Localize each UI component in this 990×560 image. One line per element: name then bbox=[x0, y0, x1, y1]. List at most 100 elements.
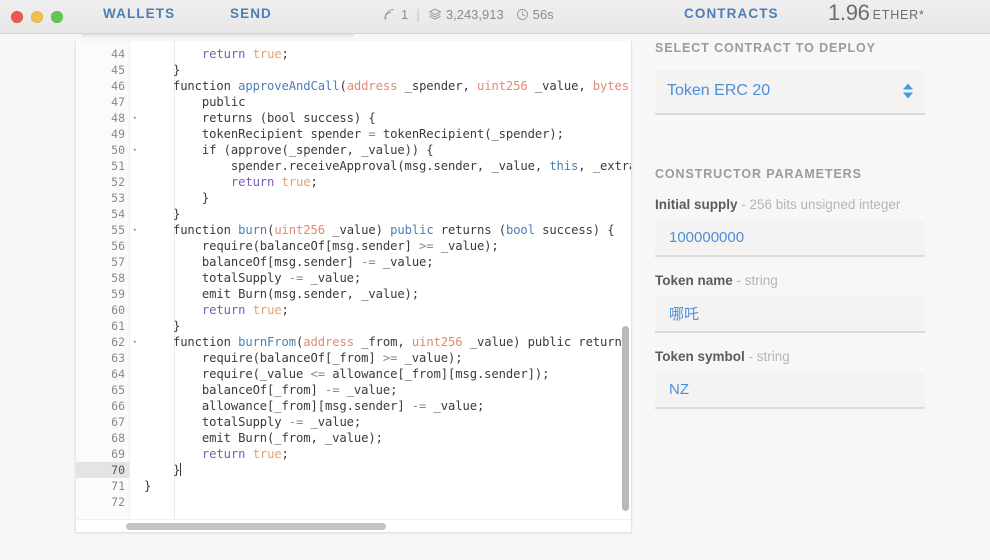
code-area[interactable]: return true; } function approveAndCall(a… bbox=[130, 41, 631, 519]
parameter-name: Initial supply bbox=[655, 197, 738, 212]
line-number: 47 bbox=[111, 95, 125, 109]
ether-unit: ETHER* bbox=[872, 8, 925, 22]
contract-select-value: Token ERC 20 bbox=[667, 82, 771, 99]
code-token: _value; bbox=[426, 399, 485, 413]
code-line: return true; bbox=[144, 446, 631, 462]
nav-tab-send[interactable]: SEND bbox=[230, 6, 272, 21]
code-line: tokenRecipient spender = tokenRecipient(… bbox=[144, 126, 631, 142]
ether-amount: 1.96 bbox=[828, 0, 870, 25]
code-token: address bbox=[346, 79, 398, 93]
line-number-gutter: 44 45 46 47 48 ▾ 49 50 ▾ 51 52 53 54 55 ▾ 56 57 58 59 60 61 6… bbox=[76, 41, 137, 519]
line-number: 46 bbox=[111, 79, 125, 93]
code-token: -= bbox=[288, 415, 304, 429]
code-token: uint256 bbox=[274, 223, 325, 237]
code-token: ; bbox=[281, 47, 289, 61]
code-token: ; bbox=[281, 447, 289, 461]
minimize-window-button[interactable] bbox=[31, 10, 43, 23]
line-number: 67 bbox=[111, 415, 125, 429]
parameter-name: Token name bbox=[655, 273, 733, 288]
code-token: true bbox=[252, 447, 282, 461]
editor-vertical-scrollbar[interactable] bbox=[622, 326, 629, 511]
code-line: totalSupply -= _value; bbox=[144, 414, 631, 430]
code-token: _value; bbox=[375, 255, 434, 269]
constructor-parameters-heading: CONSTRUCTOR PARAMETERS bbox=[655, 167, 862, 181]
code-token: function bbox=[172, 335, 231, 349]
code-token: >= bbox=[419, 239, 434, 253]
code-token: function bbox=[172, 79, 231, 93]
line-number: 52 bbox=[111, 175, 125, 189]
clock-icon bbox=[516, 8, 529, 21]
code-token: ( bbox=[339, 79, 347, 93]
line-number: 70 bbox=[76, 462, 129, 478]
code-token: success) { bbox=[534, 223, 615, 237]
code-token: (approve(_spender, _value)) { bbox=[216, 143, 434, 157]
code-token: _value); bbox=[397, 351, 463, 365]
code-line: spender.receiveApproval(msg.sender, _val… bbox=[144, 158, 631, 174]
parameter-input[interactable]: 哪吒 bbox=[655, 295, 925, 333]
line-number: 57 bbox=[111, 255, 125, 269]
code-token: return bbox=[201, 303, 246, 317]
line-number: 58 bbox=[111, 271, 125, 285]
line-number: 66 bbox=[111, 399, 125, 413]
code-editor[interactable]: 44 45 46 47 48 ▾ 49 50 ▾ 51 52 53 54 55 ▾ 56 57 58 59 60 61 6… bbox=[76, 41, 631, 519]
code-token: require(balanceOf[_from] bbox=[144, 351, 383, 365]
code-token: , _extraI bbox=[578, 159, 631, 173]
peer-count: 1 bbox=[383, 7, 408, 22]
active-tab-shadow bbox=[82, 34, 354, 38]
code-token: uint256 bbox=[476, 79, 528, 93]
last-block-time-value: 56s bbox=[532, 6, 554, 22]
code-line: totalSupply -= _value; bbox=[144, 270, 631, 286]
code-token: require(_value bbox=[144, 367, 311, 381]
editor-horizontal-scrollbar-track[interactable] bbox=[76, 519, 631, 532]
code-line: function approveAndCall(address _spender… bbox=[144, 78, 631, 94]
code-line: function burnFrom(address _from, uint256… bbox=[144, 334, 631, 350]
code-line: } bbox=[144, 62, 631, 78]
line-number: 56 bbox=[111, 239, 125, 253]
updown-arrows-icon[interactable] bbox=[903, 83, 913, 99]
code-token: returns ( bbox=[144, 111, 268, 125]
code-token: -= bbox=[411, 399, 427, 413]
code-token: true bbox=[252, 303, 282, 317]
constructor-parameter-fields: Initial supply - 256 bits unsigned integ… bbox=[655, 197, 955, 409]
block-number: 3,243,913 bbox=[428, 7, 504, 22]
parameter-input[interactable]: NZ bbox=[655, 371, 925, 409]
parameter-label: Token symbol - string bbox=[655, 349, 955, 364]
code-line: balanceOf[_from] -= _value; bbox=[144, 382, 631, 398]
code-token: address bbox=[303, 335, 354, 349]
window-controls bbox=[0, 10, 82, 23]
line-number: 60 bbox=[111, 303, 125, 317]
code-line: } bbox=[144, 318, 631, 334]
maximize-window-button[interactable] bbox=[51, 10, 63, 23]
editor-horizontal-scrollbar-thumb[interactable] bbox=[126, 523, 386, 530]
parameter-type: - 256 bits unsigned integer bbox=[737, 197, 901, 212]
code-token: = bbox=[368, 127, 376, 141]
line-number: 44 bbox=[111, 47, 125, 61]
code-token: -= bbox=[288, 271, 304, 285]
code-token: <= bbox=[310, 367, 325, 381]
line-number: 72 bbox=[111, 495, 125, 509]
nav-tab-wallets[interactable]: WALLETS bbox=[103, 6, 175, 21]
contract-select[interactable]: Token ERC 20 bbox=[655, 69, 925, 115]
parameter-input[interactable]: 100000000 bbox=[655, 219, 925, 257]
code-line: require(balanceOf[_from] >= _value); bbox=[144, 350, 631, 366]
code-token: >= bbox=[382, 351, 398, 365]
parameter-type: - string bbox=[744, 349, 790, 364]
code-token: function bbox=[172, 223, 231, 237]
nav-tab-contracts[interactable]: CONTRACTS bbox=[684, 6, 779, 21]
close-window-button[interactable] bbox=[11, 10, 23, 23]
blocks-icon bbox=[428, 7, 442, 21]
line-number: 69 bbox=[111, 447, 125, 461]
code-line: return true; bbox=[144, 174, 631, 190]
code-line: public bbox=[144, 94, 631, 110]
